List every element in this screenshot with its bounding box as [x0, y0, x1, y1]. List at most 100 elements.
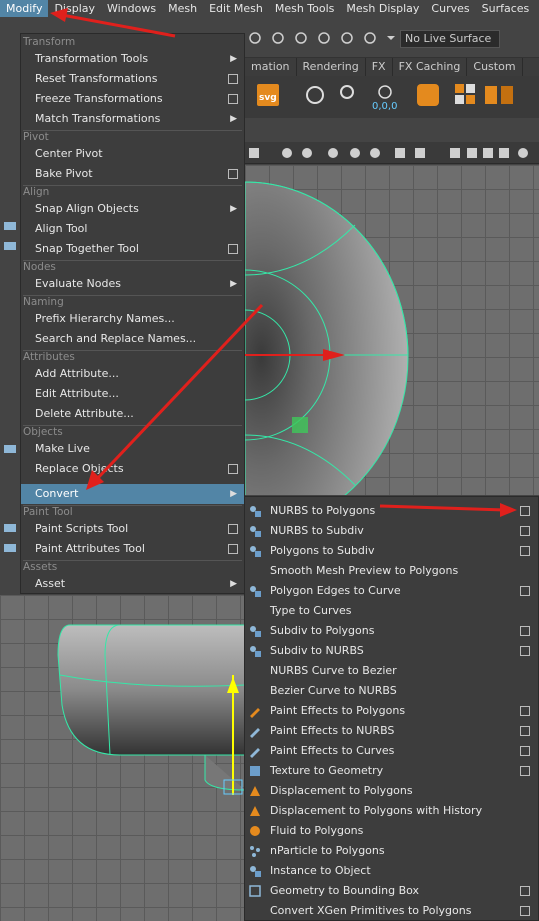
tab-fx-caching[interactable]: FX Caching	[393, 58, 468, 76]
menu-item-add-attribute[interactable]: Add Attribute...	[21, 364, 244, 384]
submenu-arrow-icon: ▶	[230, 279, 237, 289]
menu-mesh-display[interactable]: Mesh Display	[340, 0, 425, 17]
option-box-icon[interactable]	[520, 706, 530, 716]
fluid-icon	[248, 824, 262, 838]
option-box-icon[interactable]	[520, 746, 530, 756]
option-box-icon[interactable]	[520, 526, 530, 536]
option-box-icon[interactable]	[520, 626, 530, 636]
menu-item-delete-attribute[interactable]: Delete Attribute...	[21, 404, 244, 424]
option-box-icon[interactable]	[520, 766, 530, 776]
option-box-icon[interactable]	[228, 544, 238, 554]
option-box-icon[interactable]	[228, 169, 238, 179]
convert-submenu: NURBS to Polygons NURBS to Subdiv Polygo…	[244, 496, 539, 921]
live-surface-field[interactable]: No Live Surface	[400, 30, 500, 48]
menu-item-prefix-hierarchy-names[interactable]: Prefix Hierarchy Names...	[21, 309, 244, 329]
option-box-icon[interactable]	[520, 886, 530, 896]
submenu-item-displacement-to-polygons[interactable]: Displacement to Polygons	[245, 781, 538, 801]
option-box-icon[interactable]	[520, 586, 530, 596]
menu-modify[interactable]: Modify	[0, 0, 49, 17]
submenu-item-paint-effects-to-nurbs[interactable]: Paint Effects to NURBS	[245, 721, 538, 741]
option-box-icon[interactable]	[228, 464, 238, 474]
convert-icon	[248, 524, 262, 538]
tab-fx[interactable]: FX	[366, 58, 393, 76]
submenu-item-geometry-to-bounding-box[interactable]: Geometry to Bounding Box	[245, 881, 538, 901]
section-paint-tool: Paint Tool	[23, 506, 73, 518]
menu-item-snap-together-tool[interactable]: Snap Together Tool	[21, 239, 244, 259]
submenu-item-fluid-to-polygons[interactable]: Fluid to Polygons	[245, 821, 538, 841]
convert-icon	[248, 544, 262, 558]
menu-item-make-live[interactable]: Make Live	[21, 439, 244, 459]
submenu-item-polygons-to-subdiv[interactable]: Polygons to Subdiv	[245, 541, 538, 561]
option-box-icon[interactable]	[228, 74, 238, 84]
time-icon[interactable]	[340, 85, 354, 99]
submenu-item-convert-xgen-primitives[interactable]: Convert XGen Primitives to Polygons	[245, 901, 538, 921]
instance-icon	[248, 864, 262, 878]
menu-item-replace-objects[interactable]: Replace Objects	[21, 459, 244, 479]
nparticle-icon	[248, 844, 262, 858]
menu-item-paint-attributes-tool[interactable]: Paint Attributes Tool	[21, 539, 244, 559]
menu-item-search-replace-names[interactable]: Search and Replace Names...	[21, 329, 244, 349]
submenu-item-subdiv-to-nurbs[interactable]: Subdiv to NURBS	[245, 641, 538, 661]
texture-icon	[248, 764, 262, 778]
menu-item-reset-transformations[interactable]: Reset Transformations	[21, 69, 244, 89]
shelf-tabs: mation Rendering FX FX Caching Custom	[245, 58, 539, 76]
layers-icon[interactable]	[417, 84, 439, 106]
snowflake-icon[interactable]	[378, 85, 392, 99]
tool-icon[interactable]	[4, 222, 16, 230]
menu-curves[interactable]: Curves	[425, 0, 475, 17]
tab-custom[interactable]: Custom	[467, 58, 523, 76]
menu-item-center-pivot[interactable]: Center Pivot	[21, 144, 244, 164]
viewport-top[interactable]	[245, 165, 539, 495]
panel-toolbar	[245, 142, 539, 164]
option-box-icon[interactable]	[228, 524, 238, 534]
menu-item-transformation-tools[interactable]: Transformation Tools ▶	[21, 49, 244, 69]
menu-item-asset[interactable]: Asset ▶	[21, 574, 244, 594]
submenu-item-subdiv-to-polygons[interactable]: Subdiv to Polygons	[245, 621, 538, 641]
menu-surfaces[interactable]: Surfaces	[476, 0, 536, 17]
menu-item-align-tool[interactable]: Align Tool	[21, 219, 244, 239]
tab-animation[interactable]: mation	[245, 58, 297, 76]
locator-icon[interactable]	[306, 86, 324, 104]
menu-item-match-transformations[interactable]: Match Transformations ▶	[21, 109, 244, 129]
option-box-icon[interactable]	[228, 94, 238, 104]
convert-icon	[248, 584, 262, 598]
menu-item-edit-attribute[interactable]: Edit Attribute...	[21, 384, 244, 404]
viewport-scene	[245, 181, 409, 495]
box-icon[interactable]	[485, 86, 497, 104]
menu-windows[interactable]: Windows	[101, 0, 162, 17]
submenu-item-smooth-mesh-preview-to-polygons[interactable]: Smooth Mesh Preview to Polygons	[245, 561, 538, 581]
svg-text:svg: svg	[259, 93, 277, 103]
option-box-icon[interactable]	[228, 244, 238, 254]
menu-item-snap-align-objects[interactable]: Snap Align Objects ▶	[21, 199, 244, 219]
viewport-scene-lower	[57, 624, 245, 795]
option-box-icon[interactable]	[520, 906, 530, 916]
paint-effects-icon	[248, 724, 262, 738]
submenu-item-nurbs-to-subdiv[interactable]: NURBS to Subdiv	[245, 521, 538, 541]
submenu-item-nurbs-curve-to-bezier[interactable]: NURBS Curve to Bezier	[245, 661, 538, 681]
menu-item-evaluate-nodes[interactable]: Evaluate Nodes ▶	[21, 274, 244, 294]
menu-item-bake-pivot[interactable]: Bake Pivot	[21, 164, 244, 184]
submenu-item-nparticle-to-polygons[interactable]: nParticle to Polygons	[245, 841, 538, 861]
submenu-item-polygon-edges-to-curve[interactable]: Polygon Edges to Curve	[245, 581, 538, 601]
option-box-icon[interactable]	[520, 726, 530, 736]
menu-mesh[interactable]: Mesh	[162, 0, 203, 17]
submenu-item-texture-to-geometry[interactable]: Texture to Geometry	[245, 761, 538, 781]
option-box-icon[interactable]	[520, 506, 530, 516]
submenu-item-instance-to-object[interactable]: Instance to Object	[245, 861, 538, 881]
tab-rendering[interactable]: Rendering	[297, 58, 366, 76]
submenu-item-displacement-to-polygons-history[interactable]: Displacement to Polygons with History	[245, 801, 538, 821]
menu-display[interactable]: Display	[48, 0, 101, 17]
menu-item-freeze-transformations[interactable]: Freeze Transformations	[21, 89, 244, 109]
viewport-bottom[interactable]	[0, 595, 245, 921]
menu-mesh-tools[interactable]: Mesh Tools	[269, 0, 341, 17]
submenu-item-bezier-curve-to-nurbs[interactable]: Bezier Curve to NURBS	[245, 681, 538, 701]
menu-edit-mesh[interactable]: Edit Mesh	[203, 0, 269, 17]
submenu-item-type-to-curves[interactable]: Type to Curves	[245, 601, 538, 621]
menu-item-convert[interactable]: Convert ▶	[21, 484, 244, 504]
submenu-item-paint-effects-to-curves[interactable]: Paint Effects to Curves	[245, 741, 538, 761]
option-box-icon[interactable]	[520, 546, 530, 556]
submenu-item-paint-effects-to-polygons[interactable]: Paint Effects to Polygons	[245, 701, 538, 721]
option-box-icon[interactable]	[520, 646, 530, 656]
submenu-item-nurbs-to-polygons[interactable]: NURBS to Polygons	[245, 501, 538, 521]
menu-item-paint-scripts-tool[interactable]: Paint Scripts Tool	[21, 519, 244, 539]
